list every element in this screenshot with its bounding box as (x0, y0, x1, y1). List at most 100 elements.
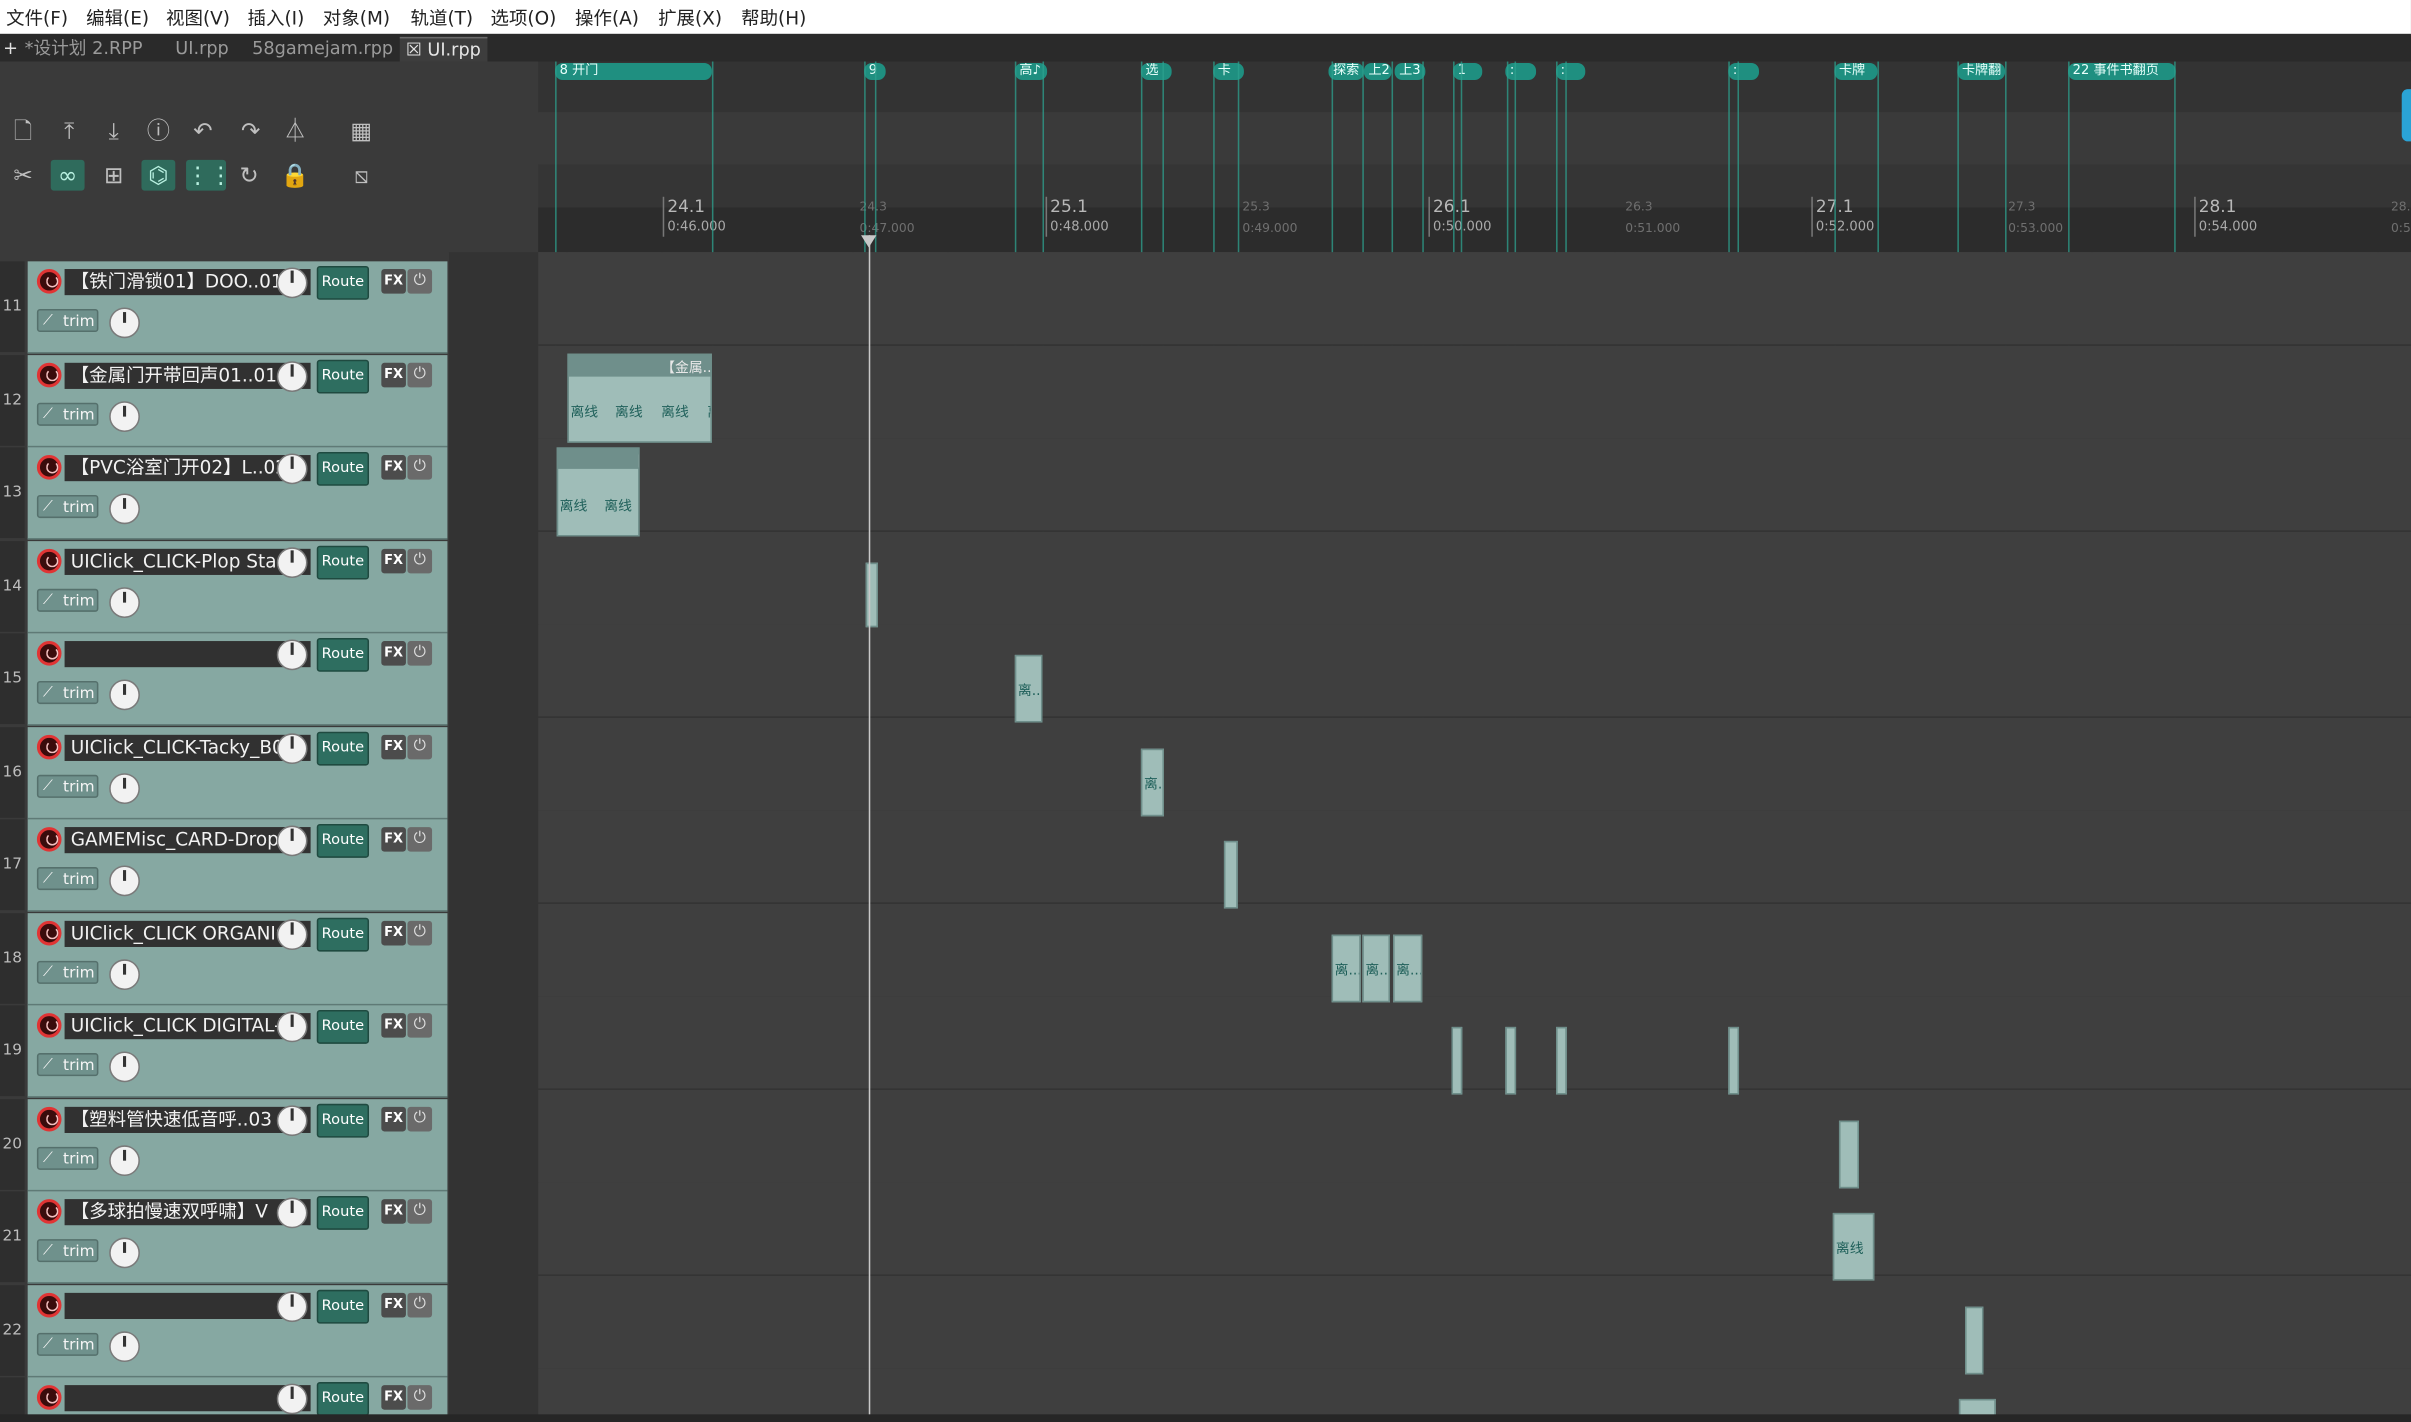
fx-bypass-button[interactable]: ⏻ (407, 641, 433, 666)
automation-mode-button[interactable]: ⟋ trim (36, 588, 99, 612)
record-arm-button[interactable] (36, 1106, 62, 1131)
region-marker[interactable]: 卡牌 (1834, 63, 1878, 80)
media-item[interactable] (1223, 840, 1238, 909)
fx-button[interactable]: FX (381, 1292, 406, 1317)
record-arm-button[interactable] (36, 1385, 62, 1410)
media-item[interactable]: 离... (1362, 934, 1390, 1003)
track-name-field[interactable]: UIClick_CLICK DIGITAL-Tc (64, 1013, 311, 1040)
record-arm-button[interactable] (36, 1199, 62, 1224)
route-button[interactable]: Route (316, 730, 370, 765)
region-marker[interactable]: 22 事件书翻页 (2068, 63, 2176, 80)
fx-bypass-button[interactable]: ⏻ (407, 455, 433, 480)
pan-knob[interactable] (109, 1330, 140, 1362)
region-marker[interactable]: 1 (1453, 63, 1483, 80)
fx-bypass-button[interactable]: ⏻ (407, 734, 433, 759)
track-lane[interactable] (538, 810, 2411, 904)
track-lane[interactable] (538, 345, 2411, 439)
volume-knob[interactable] (276, 639, 308, 671)
route-button[interactable]: Route (316, 1010, 370, 1044)
fx-button[interactable]: FX (381, 1106, 406, 1131)
automation-mode-button[interactable]: ⟋ trim (36, 681, 99, 705)
pan-knob[interactable] (109, 400, 140, 432)
automation-mode-button[interactable]: ⟋ trim (36, 308, 99, 333)
region-marker[interactable]: 卡牌翻 (1957, 63, 2006, 80)
open-project-icon[interactable]: ⤒ (52, 115, 86, 146)
volume-knob[interactable] (276, 267, 308, 299)
fx-bypass-button[interactable]: ⏻ (407, 1292, 433, 1317)
media-item[interactable]: 离... (1140, 748, 1164, 817)
snap-icon[interactable]: ⋮⋮ (186, 159, 232, 191)
volume-knob[interactable] (276, 1383, 308, 1415)
grid-toggle-icon[interactable]: ▦ (344, 115, 378, 146)
menu-item[interactable]: 对象(M) (323, 5, 390, 31)
media-item[interactable]: 【金属...离线离线离线离 (567, 353, 712, 443)
region-marker[interactable]: : (1505, 63, 1537, 80)
metronome-icon[interactable]: ⏃ (278, 115, 312, 146)
record-arm-button[interactable] (36, 920, 62, 945)
region-marker[interactable]: 选 (1140, 63, 1172, 80)
menu-edit[interactable]: 编辑(E) (86, 5, 149, 31)
scroll-indicator[interactable] (2401, 89, 2411, 142)
media-item[interactable] (1505, 1026, 1517, 1095)
save-project-icon[interactable]: ⤓ (97, 115, 131, 146)
menu-insert[interactable]: 插入(I) (248, 5, 305, 31)
fx-bypass-button[interactable]: ⏻ (407, 920, 433, 945)
fx-bypass-button[interactable]: ⏻ (407, 827, 433, 852)
media-item[interactable] (1838, 1120, 1859, 1189)
track-lane[interactable] (538, 1275, 2411, 1369)
media-item[interactable] (865, 562, 878, 628)
track-name-field[interactable]: 【铁门滑锁01】DOO..01 (64, 269, 311, 296)
automation-mode-button[interactable]: ⟋ trim (36, 1053, 99, 1077)
pan-knob[interactable] (109, 493, 140, 525)
fx-bypass-button[interactable]: ⏻ (407, 362, 433, 387)
media-item[interactable]: 离... (1331, 934, 1361, 1003)
volume-knob[interactable] (276, 918, 308, 950)
record-arm-button[interactable] (36, 827, 62, 852)
automation-mode-button[interactable]: ⟋ trim (36, 1332, 99, 1356)
volume-knob[interactable] (276, 360, 308, 392)
fx-button[interactable]: FX (381, 455, 406, 480)
pan-knob[interactable] (109, 958, 140, 990)
loop-icon[interactable]: ↻ (232, 160, 266, 191)
project-settings-icon[interactable]: ⓘ (141, 115, 175, 146)
track-name-field[interactable] (64, 641, 311, 668)
pan-knob[interactable] (109, 679, 140, 711)
record-arm-button[interactable] (36, 548, 62, 573)
pan-knob[interactable] (109, 865, 140, 897)
track-lane[interactable] (538, 252, 2411, 346)
track-lane[interactable] (538, 1182, 2411, 1276)
menu-options[interactable]: 选项(O) (490, 5, 556, 31)
automation-mode-button[interactable]: ⟋ trim (36, 1239, 99, 1263)
playhead-marker-icon[interactable] (861, 235, 877, 248)
record-arm-button[interactable] (36, 1013, 62, 1038)
horizontal-scrollbar[interactable] (0, 1414, 2411, 1422)
media-item[interactable]: 离... (1014, 654, 1043, 723)
media-item[interactable] (1728, 1026, 1740, 1095)
volume-knob[interactable] (276, 1011, 308, 1043)
route-button[interactable]: Route (316, 1382, 370, 1416)
media-item[interactable] (1451, 1026, 1463, 1095)
volume-knob[interactable] (276, 1197, 308, 1229)
menu-help[interactable]: 帮助(H) (741, 5, 806, 31)
pan-knob[interactable] (109, 586, 140, 618)
route-button[interactable]: Route (316, 1196, 370, 1230)
route-button[interactable]: Route (316, 916, 370, 951)
redo-icon[interactable]: ↷ (234, 115, 268, 146)
lock-icon[interactable]: 🔒 (278, 160, 312, 191)
volume-knob[interactable] (276, 453, 308, 485)
automation-mode-button[interactable]: ⟋ trim (36, 495, 99, 519)
track-lane[interactable] (538, 438, 2411, 532)
volume-knob[interactable] (276, 732, 308, 764)
volume-knob[interactable] (276, 546, 308, 578)
project-tab[interactable]: 58gamejam.rpp (246, 37, 399, 60)
media-item[interactable] (1556, 1026, 1567, 1095)
track-name-field[interactable]: 【塑料管快速低音呼..03 (64, 1106, 311, 1133)
link-icon[interactable]: ∞ (50, 159, 85, 191)
fx-button[interactable]: FX (381, 1385, 406, 1410)
menu-track[interactable]: 轨道(T) (411, 5, 474, 31)
record-arm-button[interactable] (36, 362, 62, 387)
region-marker[interactable]: 8 开门 (555, 63, 712, 80)
track-lane[interactable] (538, 531, 2411, 625)
new-project-icon[interactable]: 🗋 (6, 115, 40, 146)
menu-view[interactable]: 视图(V) (166, 5, 230, 31)
